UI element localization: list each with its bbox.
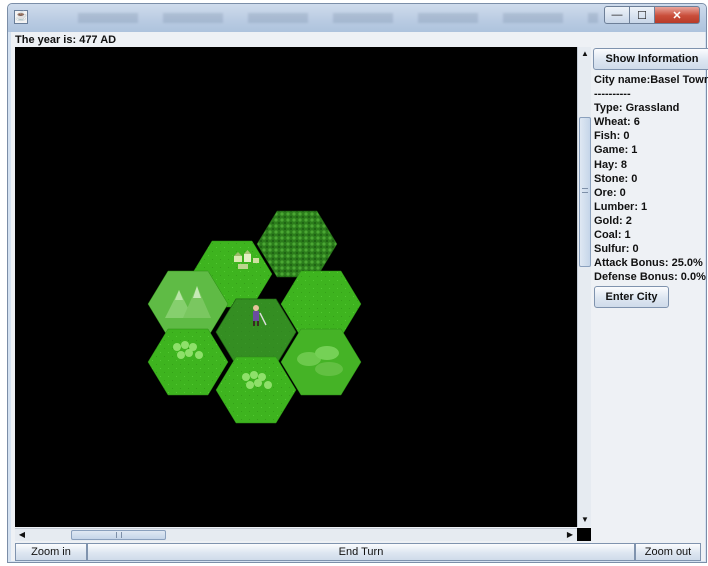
scroll-down-arrow[interactable]: ▼	[579, 514, 591, 526]
window-controls: — ☐ ✕	[604, 6, 700, 24]
end-turn-button[interactable]: End Turn	[87, 543, 635, 561]
horizontal-scrollbar[interactable]: ◀ ▶	[15, 528, 577, 541]
blurred-background	[78, 13, 598, 23]
info-panel: Show Information City name:Basel Town --…	[591, 47, 708, 541]
year-label: The year is: 477 AD	[15, 34, 117, 46]
minimize-button[interactable]: —	[604, 6, 630, 24]
info-line: Gold: 2	[594, 214, 632, 227]
enter-city-button[interactable]: Enter City	[594, 286, 669, 308]
info-line: Ore: 0	[594, 186, 626, 199]
map-view[interactable]	[15, 47, 577, 527]
bottom-toolbar: Zoom in End Turn Zoom out	[11, 543, 705, 561]
java-app-icon[interactable]: ☕	[14, 10, 28, 24]
title-bar[interactable]: ☕ — ☐ ✕	[8, 4, 706, 32]
info-line: Hay: 8	[594, 158, 628, 171]
hex-tile-dense-forest[interactable]	[256, 210, 338, 278]
info-line: Attack Bonus: 25.0%	[594, 257, 703, 270]
horizontal-scroll-thumb[interactable]	[71, 530, 166, 540]
maximize-button[interactable]: ☐	[630, 6, 655, 24]
info-line: Lumber: 1	[594, 200, 648, 213]
info-line: Fish: 0	[594, 130, 630, 143]
info-line: Type: Grassland	[594, 102, 680, 115]
zoom-out-button[interactable]: Zoom out	[635, 543, 701, 561]
game-window: ☕ — ☐ ✕ The year is: 477 AD ▲ ▼ ◀ ▶ Show…	[7, 3, 708, 563]
vertical-scrollbar[interactable]: ▲ ▼	[577, 47, 591, 527]
hex-tile-trees-west[interactable]	[147, 328, 229, 396]
scroll-up-arrow[interactable]: ▲	[579, 48, 591, 60]
scroll-grip-icon	[116, 532, 122, 538]
info-line: Stone: 0	[594, 172, 638, 185]
info-line: Defense Bonus: 0.0%	[594, 271, 706, 284]
info-line: Sulfur: 0	[594, 243, 639, 256]
info-line: ----------	[594, 88, 631, 101]
hex-map[interactable]	[15, 47, 577, 527]
close-button[interactable]: ✕	[655, 6, 700, 24]
vertical-scroll-thumb[interactable]	[579, 117, 591, 267]
tile-info-list: City name:Basel Town ---------- Type: Gr…	[594, 73, 708, 284]
info-line: Wheat: 6	[594, 116, 640, 129]
show-information-button[interactable]: Show Information	[593, 48, 708, 70]
scroll-left-arrow[interactable]: ◀	[16, 529, 28, 541]
scroll-right-arrow[interactable]: ▶	[564, 529, 576, 541]
scroll-grip-icon	[582, 188, 588, 193]
info-line: Coal: 1	[594, 229, 631, 242]
info-line: City name:Basel Town	[594, 74, 708, 86]
zoom-in-button[interactable]: Zoom in	[15, 543, 87, 561]
scrollbar-corner	[577, 528, 591, 541]
info-line: Game: 1	[594, 144, 638, 157]
client-area: The year is: 477 AD ▲ ▼ ◀ ▶ Show Informa…	[11, 32, 708, 561]
